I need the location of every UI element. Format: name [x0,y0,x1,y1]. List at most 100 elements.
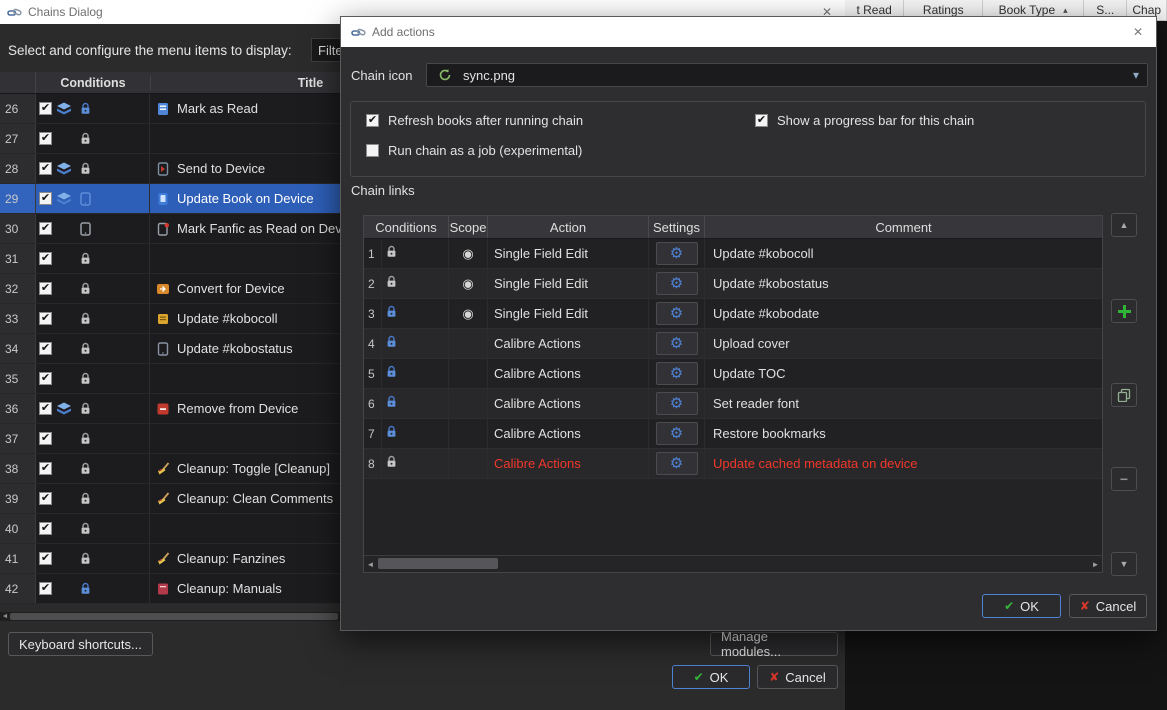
link-row[interactable]: 5 Calibre Actions ⚙ Update TOC [364,359,1102,389]
checkbox[interactable]: ✔ [39,222,52,235]
settings-button[interactable]: ⚙ [655,332,698,355]
move-up-button[interactable]: ▲ [1111,213,1137,237]
chain-title: Send to Device [177,161,266,176]
scroll-left-icon[interactable]: ◄ [364,556,377,572]
ok-button[interactable]: ✔ OK [672,665,750,689]
cancel-button[interactable]: ✘ Cancel [757,665,838,689]
row-number: 34 [0,334,36,363]
copy-link-button[interactable] [1111,383,1137,407]
gear-icon: ⚙ [669,365,684,382]
layers-icon [54,162,74,175]
checkbox[interactable]: ✔ [39,552,52,565]
checkbox[interactable]: ✔ [39,282,52,295]
link-row[interactable]: 2 ◉ Single Field Edit ⚙ Update #kobostatus [364,269,1102,299]
link-row[interactable]: 8 Calibre Actions ⚙ Update cached metadata … [364,449,1102,479]
links-column-header[interactable]: Settings [649,216,705,238]
app-icon [351,25,366,40]
scroll-left-icon[interactable]: ◄ [0,612,10,621]
links-horizontal-scrollbar[interactable]: ◄ ► [364,555,1102,572]
checkbox[interactable]: ✔ [39,192,52,205]
links-column-header[interactable]: Scope [449,216,488,238]
chain-title: Cleanup: Clean Comments [177,491,334,506]
scrollbar-track[interactable] [377,556,1089,572]
settings-button[interactable]: ⚙ [655,422,698,445]
links-column-header[interactable]: Comment [705,216,1102,238]
checkbox[interactable]: ✔ [39,432,52,445]
manage-modules-button[interactable]: Manage modules... [710,629,838,659]
link-row[interactable]: 1 ◉ Single Field Edit ⚙ Update #kobocoll [364,239,1102,269]
settings-cell: ⚙ [649,359,705,388]
checkbox[interactable]: ✔ [39,462,52,475]
checkbox[interactable]: ✔ [39,402,52,415]
row-number-header [0,72,36,93]
checkbox[interactable]: ✔ [39,132,52,145]
settings-button[interactable]: ⚙ [655,272,698,295]
instruction-text: Select and configure the menu items to d… [8,43,292,58]
scrollbar-handle[interactable] [378,558,498,569]
checkbox[interactable]: ✔ [39,252,52,265]
scroll-right-icon[interactable]: ► [1089,556,1102,572]
chain-title: Cleanup: Manuals [177,581,282,596]
row-number: 26 [0,94,36,123]
lock-icon [386,245,397,263]
links-column-header[interactable]: Action [488,216,649,238]
link-row[interactable]: 4 Calibre Actions ⚙ Upload cover [364,329,1102,359]
option-checkbox[interactable]: Run chain as a job (experimental) [366,143,582,158]
row-number: 3 [364,299,382,328]
move-down-button[interactable]: ▼ [1111,552,1137,576]
checkbox[interactable]: ✔ [39,492,52,505]
lock-icon [386,275,397,293]
checkbox-label: Run chain as a job (experimental) [388,143,583,158]
chain-title: Update #kobocoll [177,311,278,326]
action-cell: Calibre Actions [488,329,649,358]
conditions-cell: ✔ [36,394,150,423]
comment-cell: Set reader font [713,396,799,411]
comment-cell: Update TOC [713,366,786,381]
scrollbar-handle[interactable] [10,613,338,620]
link-row[interactable]: 3 ◉ Single Field Edit ⚙ Update #kobodate [364,299,1102,329]
update-device-icon [153,192,173,206]
remove-device-icon [153,402,173,416]
checkbox[interactable]: ✔ [39,102,52,115]
settings-button[interactable]: ⚙ [655,392,698,415]
conditions-cell: ✔ [36,334,150,363]
checkbox[interactable]: ✔ [39,582,52,595]
cancel-button[interactable]: ✘ Cancel [1069,594,1147,618]
settings-button[interactable]: ⚙ [655,362,698,385]
checkbox[interactable]: ✔ [39,312,52,325]
chain-title: Update #kobostatus [177,341,293,356]
add-link-button[interactable] [1111,299,1137,323]
checkbox[interactable]: ✔ [39,522,52,535]
checkbox[interactable]: ✔ [39,162,52,175]
link-row[interactable]: 6 Calibre Actions ⚙ Set reader font [364,389,1102,419]
lock-icon [386,455,397,473]
option-checkbox[interactable]: ✔ Refresh books after running chain [366,113,583,128]
remove-link-button[interactable]: − [1111,467,1137,491]
settings-button[interactable]: ⚙ [655,302,698,325]
option-checkbox[interactable]: ✔ Show a progress bar for this chain [755,113,974,128]
copy-icon [1117,388,1131,402]
chain-title: Remove from Device [177,401,299,416]
add-actions-titlebar: Add actions ✕ [341,17,1156,47]
close-icon[interactable]: ✕ [1120,17,1156,47]
keyboard-shortcuts-button[interactable]: Keyboard shortcuts... [8,632,153,656]
settings-button[interactable]: ⚙ [655,242,698,265]
chain-links-table: Conditions Scope Action Settings Comment 1 ◉ S… [363,215,1103,573]
layers-icon [54,102,74,115]
lock-icon [74,342,96,355]
settings-button[interactable]: ⚙ [655,452,698,475]
action-cell: Calibre Actions [488,449,649,478]
settings-cell: ⚙ [649,329,705,358]
links-column-header[interactable]: Conditions [364,216,449,238]
chain-icon-combobox[interactable]: sync.png ▾ [426,63,1148,87]
conditions-column-header[interactable]: Conditions [36,76,150,90]
scope-icon: ◉ [462,305,474,321]
checkbox[interactable]: ✔ [39,372,52,385]
column-label: Chap [1132,3,1162,17]
ok-button[interactable]: ✔ OK [982,594,1061,618]
checkbox[interactable]: ✔ [39,342,52,355]
plus-icon [1117,304,1131,318]
link-row[interactable]: 7 Calibre Actions ⚙ Restore bookmarks [364,419,1102,449]
lock-icon [74,252,96,265]
button-label: Manage modules... [721,629,781,659]
